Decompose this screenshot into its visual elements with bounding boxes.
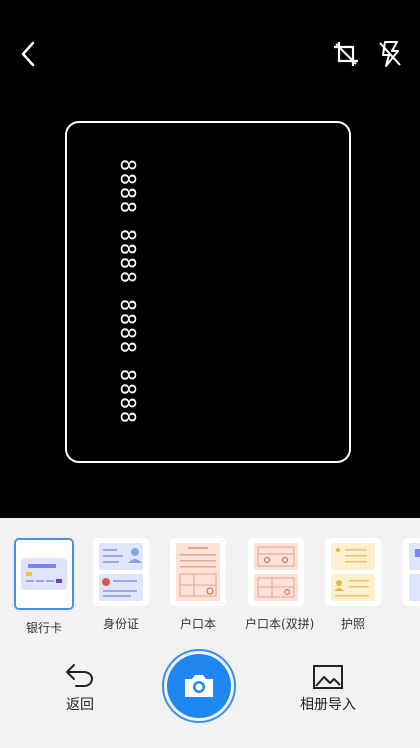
album-import-button[interactable]: 相册导入 [296,664,360,714]
flash-off-icon [379,41,401,67]
camera-icon [185,675,213,697]
undo-arrow-icon [66,664,93,687]
back-chevron-button[interactable] [12,38,44,70]
household-register-double-icon [248,538,304,606]
digit: 8 [115,326,140,340]
passport-icon [325,538,381,606]
digit: 8 [115,410,140,424]
scan-frame [65,121,351,463]
digit: 8 [115,312,140,326]
digit: 8 [115,396,140,410]
doc-type-driver-license[interactable]: 驾 [400,538,420,632]
chevron-left-icon [21,41,35,67]
digit-group-2: 8 8 8 8 [115,228,140,284]
doc-type-label: 护照 [340,617,365,631]
digit: 8 [115,368,140,382]
doc-type-household-register[interactable]: 户口本 [167,538,229,632]
digit: 8 [115,382,140,396]
doc-type-bank-card[interactable]: 银行卡 [13,538,75,636]
id-card-icon [93,538,149,606]
doc-type-label: 银行卡 [25,621,62,635]
digit-group-4: 8 8 8 8 [115,368,140,424]
gallery-icon [313,665,343,689]
crop-button[interactable] [330,38,362,70]
digit-group-1: 8 8 8 8 [115,158,140,214]
doc-type-household-register-double[interactable]: 户口本(双拼) [245,538,315,632]
doc-type-label: 户口本(双拼) [245,617,315,631]
flash-toggle-button[interactable] [374,38,406,70]
digit: 8 [115,228,140,242]
digit: 8 [115,242,140,256]
driver-license-icon [403,538,420,606]
digit: 8 [115,298,140,312]
album-import-label: 相册导入 [300,697,356,713]
doc-type-label: 户口本 [179,617,216,631]
back-label: 返回 [66,697,94,713]
digit: 8 [115,158,140,172]
digit-group-3: 8 8 8 8 [115,298,140,354]
shutter-inner [167,654,231,718]
household-register-icon [170,538,226,606]
digit: 8 [115,256,140,270]
doc-type-label: 身份证 [102,617,139,631]
camera-preview: 8 8 8 8 8 8 8 8 8 8 8 8 8 8 8 8 [0,0,420,518]
doc-type-passport[interactable]: 护照 [322,538,384,632]
digit: 8 [115,340,140,354]
document-type-selector: 银行卡 身份证 户口本 户口本(双拼) 护照 [0,538,420,638]
back-button[interactable]: 返回 [55,662,105,714]
shutter-button[interactable] [162,649,236,723]
digit: 8 [115,186,140,200]
crop-icon [334,42,358,66]
doc-type-id-card[interactable]: 身份证 [90,538,152,632]
bank-card-icon [14,538,74,610]
doc-type-label: 驾 [400,615,420,632]
digit: 8 [115,172,140,186]
digit: 8 [115,270,140,284]
card-number-guide: 8 8 8 8 8 8 8 8 8 8 8 8 8 8 8 8 [115,158,140,424]
digit: 8 [115,200,140,214]
